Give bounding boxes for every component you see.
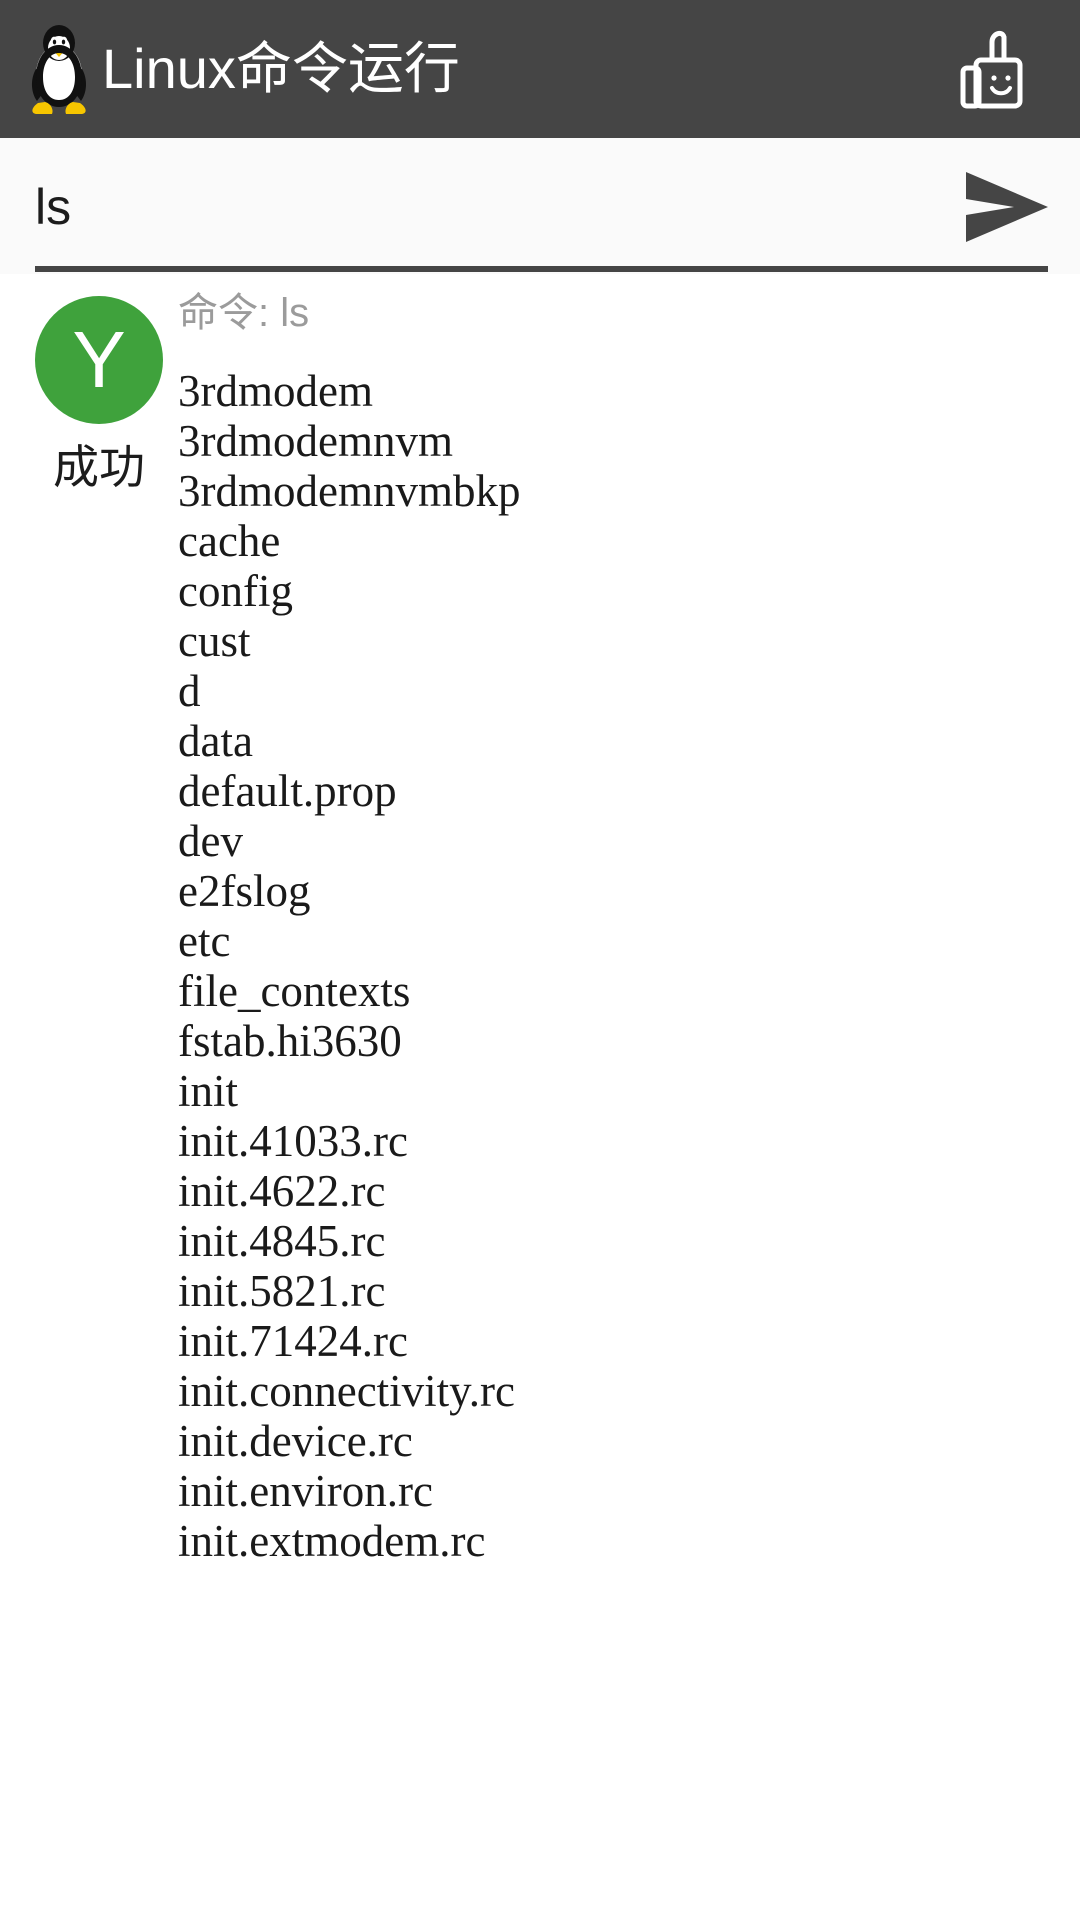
output-line: 3rdmodemnvmbkp <box>178 466 521 516</box>
input-underline <box>35 266 1048 272</box>
send-button[interactable] <box>962 168 1052 246</box>
output-column: 命令: ls 3rdmodem 3rdmodemnvm 3rdmodemnvmbkp… <box>178 290 1058 1566</box>
output-line: init.4845.rc <box>178 1216 386 1266</box>
output-line: data <box>178 716 253 766</box>
page-title: Linux命令运行 <box>102 37 460 100</box>
thumbs-up-icon[interactable] <box>958 26 1036 112</box>
output-line: init.41033.rc <box>178 1116 408 1166</box>
output-line: config <box>178 566 293 616</box>
tux-penguin-icon <box>31 25 87 114</box>
output-line: dev <box>178 816 243 866</box>
command-result-block: Y 成功 命令: ls 3rdmodem 3rdmodemnvm 3rdmodemn… <box>0 274 1080 1920</box>
output-line: cache <box>178 516 281 566</box>
output-line: init <box>178 1066 239 1116</box>
output-line: 3rdmodemnvm <box>178 416 453 466</box>
output-line: 3rdmodem <box>178 366 373 416</box>
send-paper-plane-icon <box>966 172 1048 242</box>
output-line: file_contexts <box>178 966 411 1016</box>
output-line: init.4622.rc <box>178 1166 386 1216</box>
output-line: d <box>178 666 201 716</box>
avatar: Y <box>35 296 163 424</box>
output-line: etc <box>178 916 231 966</box>
output-line: default.prop <box>178 766 397 816</box>
output-line: init.environ.rc <box>178 1466 433 1516</box>
output-line: fstab.hi3630 <box>178 1016 402 1066</box>
output-line: init.device.rc <box>178 1416 413 1466</box>
status-column: Y 成功 <box>20 296 178 490</box>
output-line: init.5821.rc <box>178 1266 386 1316</box>
output-line: init.extmodem.rc <box>178 1516 486 1566</box>
output-line: init.71424.rc <box>178 1316 408 1366</box>
output-line: init.connectivity.rc <box>178 1366 515 1416</box>
app-bar: Linux命令运行 <box>0 0 1080 138</box>
command-output-list: 3rdmodem 3rdmodemnvm 3rdmodemnvmbkp cache co… <box>178 366 1058 1566</box>
command-echo: 命令: ls <box>178 291 310 335</box>
output-line: e2fslog <box>178 866 311 916</box>
command-input[interactable] <box>35 174 915 240</box>
command-input-bar <box>0 138 1080 274</box>
output-line: cust <box>178 616 251 666</box>
status-badge: 成功 <box>53 441 145 493</box>
